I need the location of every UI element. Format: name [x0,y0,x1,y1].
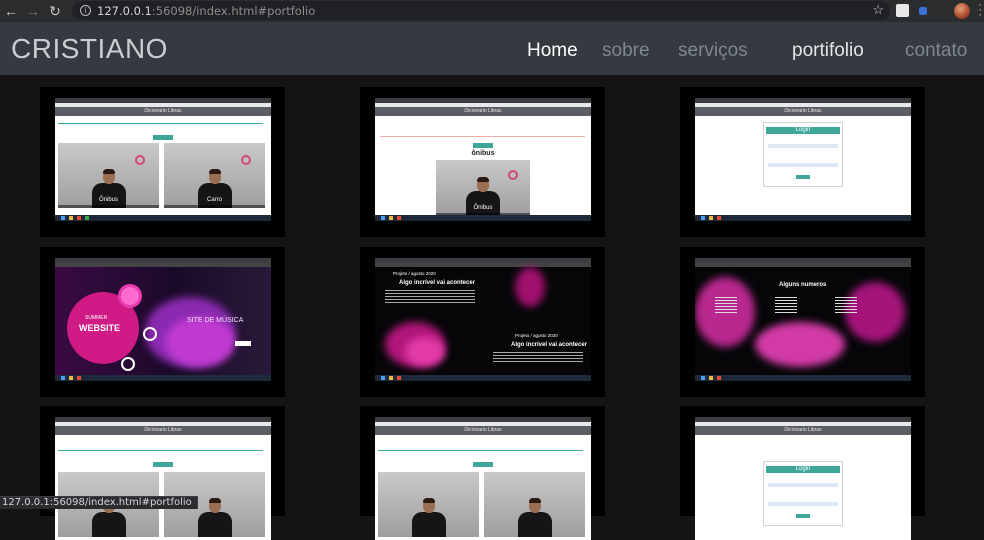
project-screenshot: Dicionario Libras [55,417,271,540]
nav-home[interactable]: Home [527,40,578,62]
address-text[interactable]: 127.0.0.1:56098/index.html#portfolio [97,4,315,18]
site-navbar: CRISTIANO Home sobre serviços portifolio… [0,22,984,75]
portfolio-item[interactable]: Dicionario Libras [360,406,605,540]
portfolio-item[interactable]: Projeto / agosto 2020 Algo incrível vai … [360,247,605,397]
nav-servicos[interactable]: serviços [678,40,748,62]
project-screenshot: Projeto / agosto 2020 Algo incrível vai … [375,258,591,381]
app-title: Dicionario Libras [55,107,271,116]
video-thumbnail [378,472,479,537]
portfolio-item[interactable]: Dicionario Libras Login [680,87,925,237]
project-screenshot: Alguns numeros [695,258,911,381]
video-thumbnail: Ônibus [436,160,530,216]
portfolio-item[interactable]: SUMMER WEBSITE SITE DE MÚSICA [40,247,285,397]
project-screenshot: Dicionario Libras Login [695,98,911,221]
login-form-preview: Login [763,461,843,526]
bookmark-star-icon[interactable]: ☆ [872,2,884,18]
portfolio-item[interactable]: Dicionario Libras ônibus Ônibus [360,87,605,237]
project-screenshot: SUMMER WEBSITE SITE DE MÚSICA [55,258,271,381]
project-screenshot: Dicionario Libras ônibus Ônibus [375,98,591,221]
browser-toolbar: ← → ↻ i 127.0.0.1:56098/index.html#portf… [0,0,984,22]
extension-icon[interactable] [896,4,909,17]
back-icon[interactable]: ← [0,0,22,22]
video-thumbnail: Carro [164,143,265,208]
profile-avatar[interactable] [954,3,970,19]
extension-icon[interactable] [919,7,927,15]
nav-portifolio[interactable]: portifolio [792,40,864,62]
nav-sobre[interactable]: sobre [602,40,650,62]
portfolio-item[interactable]: Alguns numeros [680,247,925,397]
project-screenshot: Dicionario Libras Ônibus Carro [55,98,271,221]
project-screenshot: Dicionario Libras Login [695,417,911,540]
reload-icon[interactable]: ↻ [44,0,66,22]
video-thumbnail [484,472,585,537]
portfolio-item[interactable]: Dicionario Libras Ônibus Carro [40,87,285,237]
address-bar[interactable]: i 127.0.0.1:56098/index.html#portfolio ☆ [72,1,890,20]
brand-logo[interactable]: CRISTIANO [11,33,168,65]
login-form-preview: Login [763,122,843,187]
video-thumbnail: Ônibus [58,143,159,208]
portfolio-item[interactable]: Dicionario Libras Login [680,406,925,540]
menu-icon[interactable]: · · · [978,0,982,21]
forward-icon[interactable]: → [22,0,44,22]
info-icon[interactable]: i [80,5,91,16]
project-screenshot: Dicionario Libras [375,417,591,540]
nav-contato[interactable]: contato [905,40,967,62]
video-title: ônibus [471,150,495,157]
link-status-bar: 127.0.0.1:56098/index.html#portfolio [0,496,198,509]
